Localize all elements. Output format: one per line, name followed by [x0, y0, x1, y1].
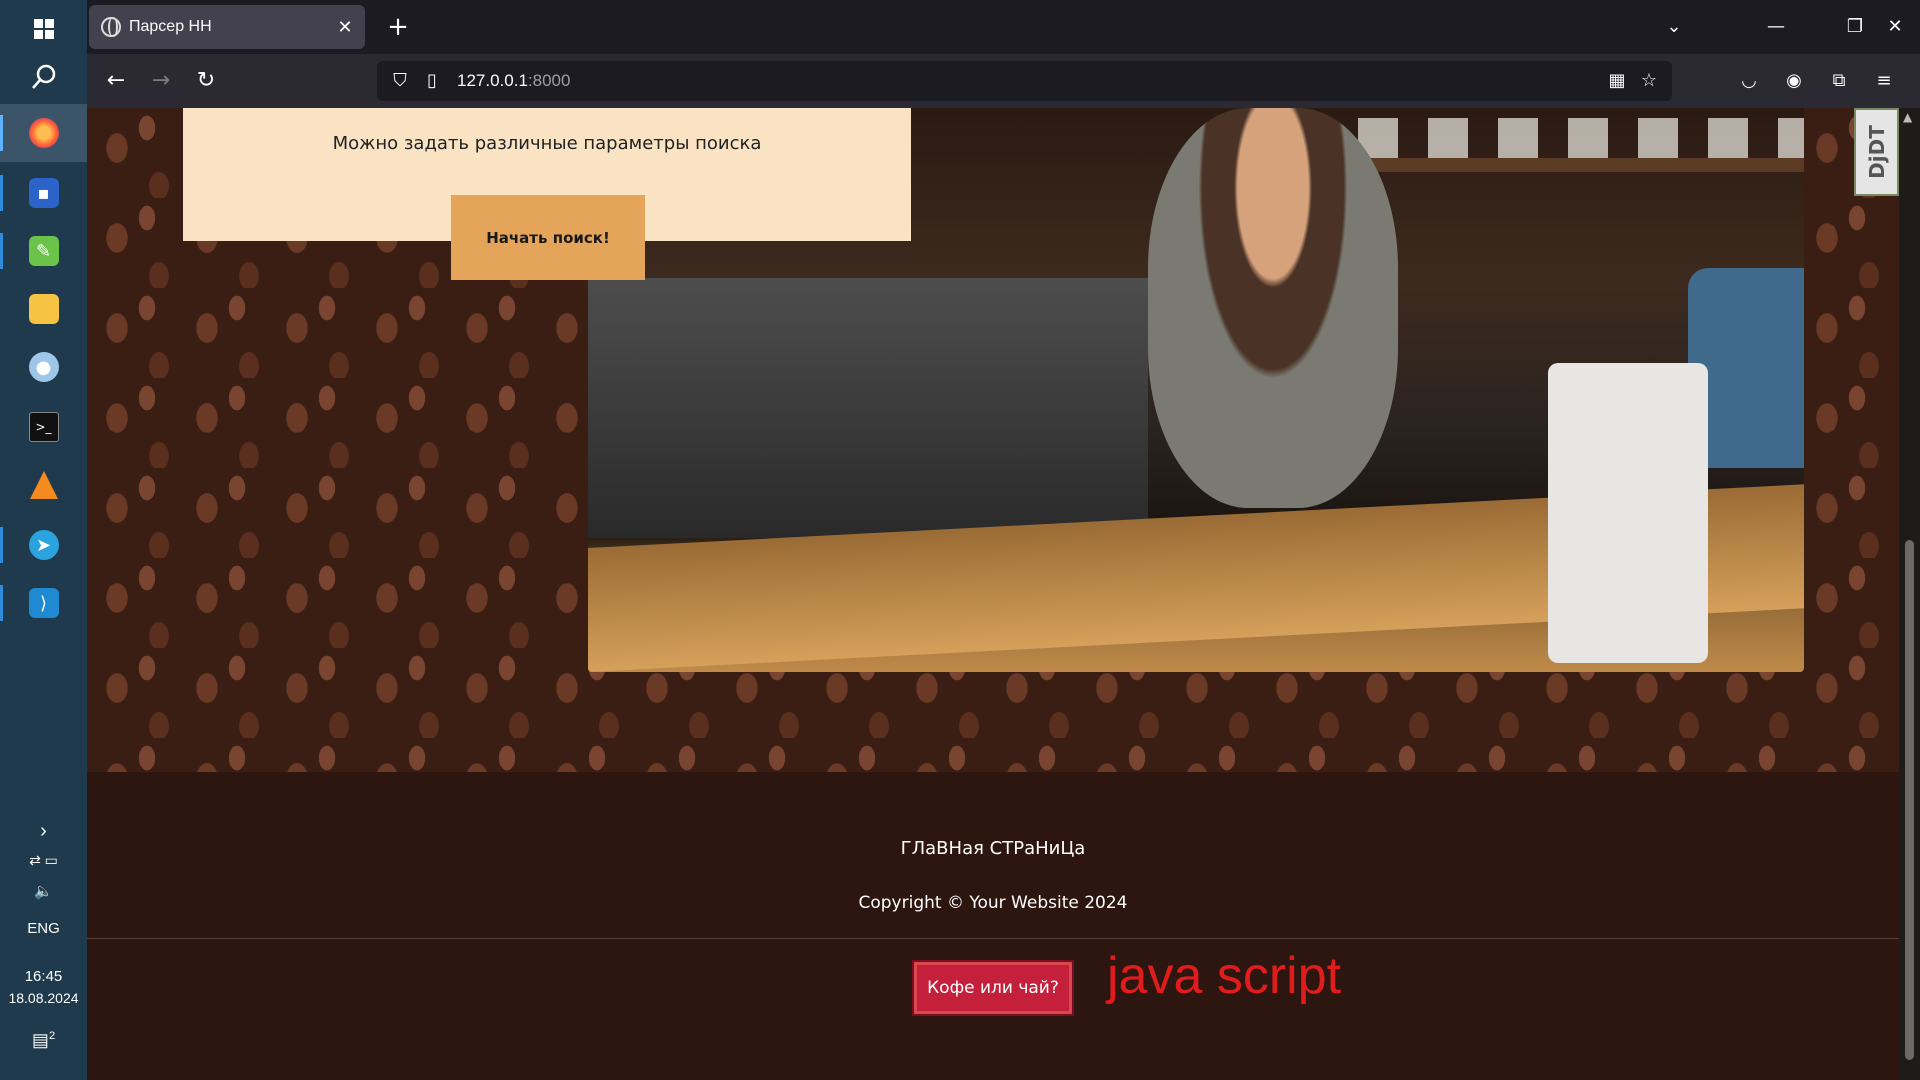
browser-tab-bar: Парсер НН ✕ + ⌄ — ❐ ✕: [87, 0, 1920, 54]
coffee-or-tea-button[interactable]: Кофе или чай?: [912, 960, 1074, 1016]
page-icon[interactable]: ▯: [417, 66, 447, 96]
telegram-icon: ➤: [28, 530, 59, 560]
taskbar-firefox[interactable]: [0, 104, 87, 162]
url-text[interactable]: 127.0.0.1:8000: [457, 71, 570, 91]
vscode-icon: ⟩: [28, 588, 59, 618]
account-icon[interactable]: ◉: [1777, 64, 1811, 98]
list-tabs-chevron-icon[interactable]: ⌄: [1654, 10, 1694, 44]
extension-thumbnail-icon[interactable]: ▦: [1602, 66, 1632, 96]
notepad-icon: ✎: [28, 236, 59, 266]
django-debug-toolbar-handle[interactable]: DjDT: [1854, 108, 1899, 196]
back-button[interactable]: ←: [99, 64, 133, 98]
search-icon: [31, 64, 55, 89]
taskbar-telegram[interactable]: ➤: [0, 516, 87, 574]
pocket-icon[interactable]: ◡: [1732, 64, 1766, 98]
javascript-annotation: java script: [1107, 947, 1342, 1005]
taskbar-terminal[interactable]: >_: [0, 398, 87, 456]
notification-center-button[interactable]: ▤2: [0, 1030, 87, 1051]
taskbar-explorer[interactable]: [0, 280, 87, 338]
djdt-label: DjDT: [1864, 125, 1889, 179]
clock-time[interactable]: 16:45: [0, 968, 87, 985]
new-tab-button[interactable]: +: [381, 10, 415, 44]
terminal-icon: >_: [28, 412, 59, 442]
palette-icon: ●: [28, 352, 59, 382]
footer-divider: [87, 938, 1899, 939]
scroll-up-icon[interactable]: ▲: [1903, 110, 1912, 124]
footer: ГЛаВНая СТРаНиЦа Copyright © Your Websit…: [87, 772, 1899, 1080]
taskbar: ▪ ✎ ● >_ ➤ ⟩ › ⇄ ▭ 🔈 ENG 16:45 18.08.202…: [0, 0, 87, 1080]
search-description: Можно задать различные параметры поиска: [332, 133, 762, 154]
bookmark-star-icon[interactable]: ☆: [1634, 66, 1664, 96]
clock-date[interactable]: 18.08.2024: [0, 990, 87, 1006]
globe-icon: [101, 17, 121, 37]
taskbar-editor[interactable]: ✎: [0, 222, 87, 280]
browser-tab[interactable]: Парсер НН ✕: [89, 5, 365, 49]
home-link[interactable]: ГЛаВНая СТРаНиЦа: [87, 838, 1899, 859]
firefox-icon: [28, 118, 59, 148]
taskbar-vlc[interactable]: [0, 456, 87, 514]
volume-icon[interactable]: 🔈: [0, 882, 87, 900]
language-indicator[interactable]: ENG: [0, 920, 87, 937]
tab-close-icon[interactable]: ✕: [333, 17, 357, 38]
forward-button[interactable]: →: [144, 64, 178, 98]
notification-count: 2: [48, 1030, 56, 1042]
url-host: 127.0.0.1: [457, 71, 528, 90]
floppy-icon: ▪: [28, 178, 59, 208]
url-bar[interactable]: ⛉ ▯ 127.0.0.1:8000 ▦ ☆: [377, 61, 1672, 101]
window-close-button[interactable]: ✕: [1875, 10, 1915, 44]
tab-title: Парсер НН: [129, 18, 212, 35]
taskbar-save-app[interactable]: ▪: [0, 164, 87, 222]
taskbar-paint[interactable]: ●: [0, 338, 87, 396]
vlc-icon: [29, 471, 58, 499]
taskbar-vscode[interactable]: ⟩: [0, 574, 87, 632]
reload-button[interactable]: ↻: [189, 64, 223, 98]
folder-icon: [28, 294, 59, 324]
restore-button[interactable]: ❐: [1835, 10, 1875, 44]
network-icon[interactable]: ⇄ ▭: [0, 852, 87, 869]
browser-navigation-bar: ← → ↻ ⛉ ▯ 127.0.0.1:8000 ▦ ☆ ◡ ◉ ⧉ ≡: [87, 54, 1920, 108]
start-search-button[interactable]: Начать поиск!: [451, 195, 645, 280]
windows-icon: [33, 19, 54, 39]
notification-icon: ▤: [31, 1030, 49, 1050]
extensions-icon[interactable]: ⧉: [1822, 64, 1856, 98]
page-scrollbar[interactable]: ▲: [1899, 108, 1920, 1080]
scrollbar-thumb[interactable]: [1905, 540, 1914, 1060]
chevron-right-icon[interactable]: ›: [0, 820, 87, 843]
menu-icon[interactable]: ≡: [1867, 64, 1901, 98]
search-button[interactable]: [0, 48, 87, 106]
minimize-button[interactable]: —: [1756, 10, 1796, 44]
page-viewport: Можно задать различные параметры поиска …: [87, 108, 1899, 1080]
shield-icon[interactable]: ⛉: [385, 66, 415, 96]
url-port: :8000: [527, 71, 571, 90]
copyright-text: Copyright © Your Website 2024: [858, 893, 1128, 913]
